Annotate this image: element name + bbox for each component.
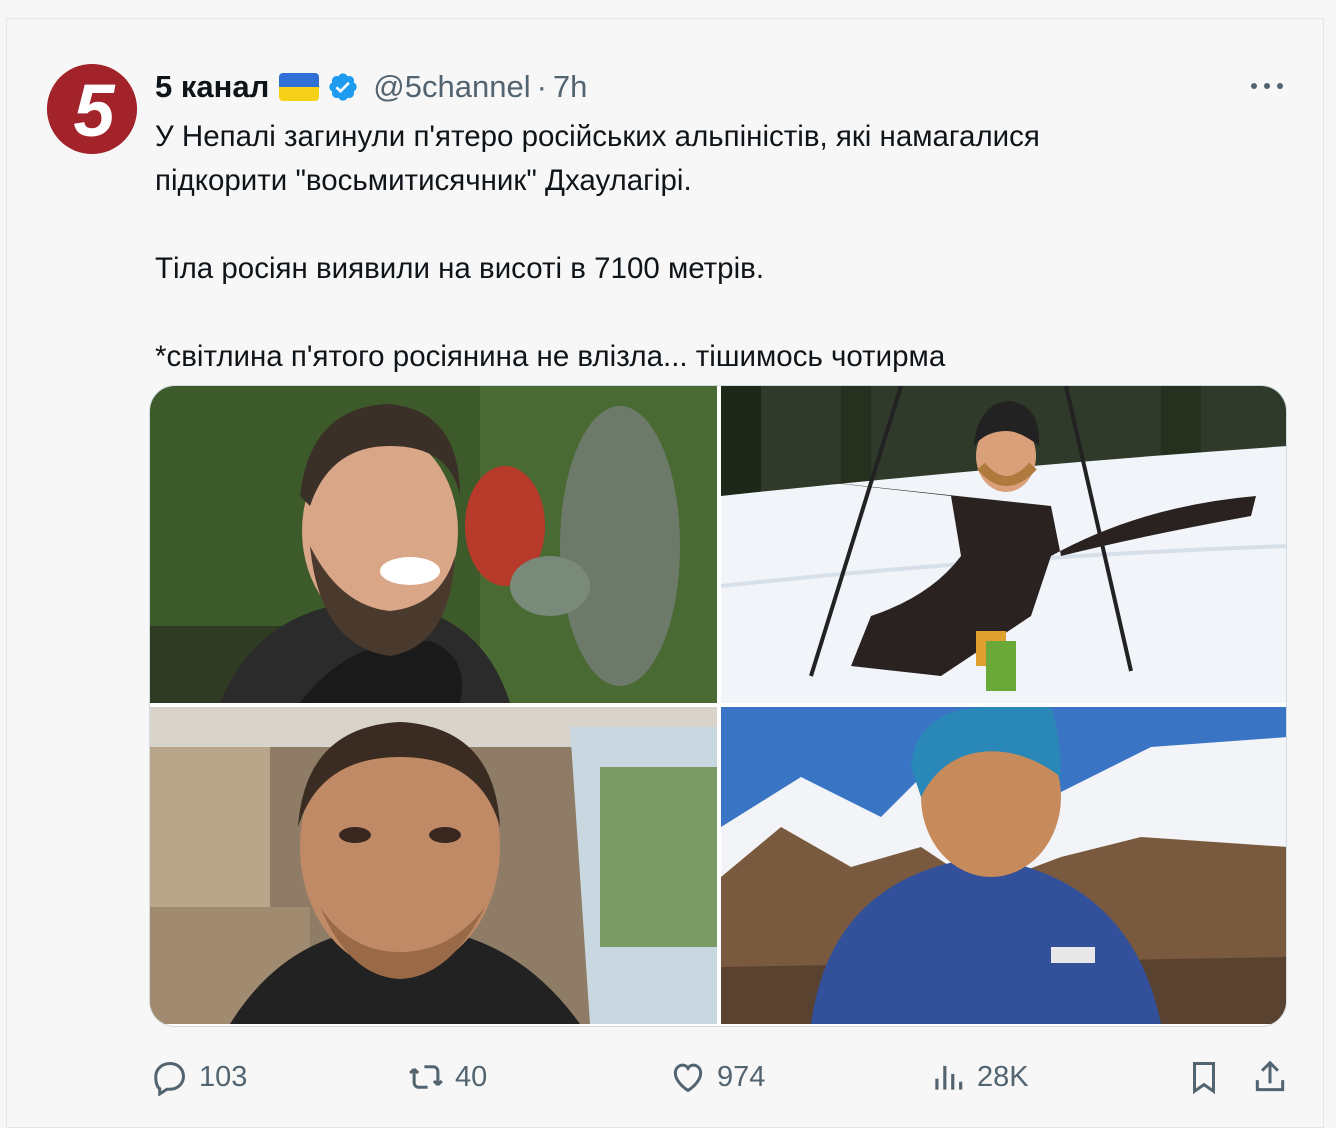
repost-button[interactable]: 40 <box>407 1055 487 1099</box>
tweet-card[interactable]: 5 5 канал @5channel · 7h У Непалі загину… <box>6 18 1324 1128</box>
reply-button[interactable]: 103 <box>151 1055 247 1099</box>
media-grid <box>149 385 1287 1027</box>
photo-man-in-mountains[interactable] <box>721 707 1286 1024</box>
photo-man-in-car[interactable] <box>150 707 717 1024</box>
repost-count: 40 <box>455 1060 488 1093</box>
tweet-text: У Непалі загинули п'ятеро російських аль… <box>155 115 1285 379</box>
timestamp[interactable]: 7h <box>553 69 587 105</box>
tweet-text-line: підкорити "восьмитисячник" Дхаулагірі. <box>155 164 692 197</box>
reply-icon <box>154 1062 185 1096</box>
author-name[interactable]: 5 канал <box>155 69 269 105</box>
more-options-icon[interactable] <box>1251 71 1283 101</box>
tweet-header: 5 канал @5channel · 7h <box>155 67 587 107</box>
reply-count: 103 <box>199 1060 248 1093</box>
photo-man-in-snow[interactable] <box>721 386 1286 703</box>
repost-icon <box>409 1065 443 1089</box>
author-handle[interactable]: @5channel <box>373 69 530 105</box>
tweet-text-line: *світлина п'ятого росіянина не влізла...… <box>155 340 946 373</box>
svg-text:5: 5 <box>73 69 116 152</box>
views-icon <box>935 1065 963 1090</box>
share-button[interactable] <box>1251 1055 1299 1099</box>
views-count: 28K <box>977 1060 1029 1093</box>
bookmark-button[interactable] <box>1185 1055 1233 1099</box>
tweet-text-line: У Непалі загинули п'ятеро російських аль… <box>155 120 1040 153</box>
verified-badge-icon[interactable] <box>327 71 359 103</box>
channel-5-logo: 5 <box>47 64 137 154</box>
avatar[interactable]: 5 <box>47 64 137 154</box>
like-count: 974 <box>717 1060 766 1093</box>
share-icon <box>1255 1060 1285 1092</box>
separator-dot: · <box>536 69 547 104</box>
action-bar: 103 40 974 28K <box>149 1055 1299 1099</box>
photo-bearded-man[interactable] <box>150 386 717 703</box>
views-button[interactable]: 28K <box>929 1055 1029 1099</box>
bookmark-icon <box>1192 1062 1216 1095</box>
tweet-text-line: Тіла росіян виявили на висоті в 7100 мет… <box>155 252 765 285</box>
like-button[interactable]: 974 <box>669 1055 765 1099</box>
like-icon <box>673 1063 703 1093</box>
ukraine-flag-icon <box>279 73 320 101</box>
